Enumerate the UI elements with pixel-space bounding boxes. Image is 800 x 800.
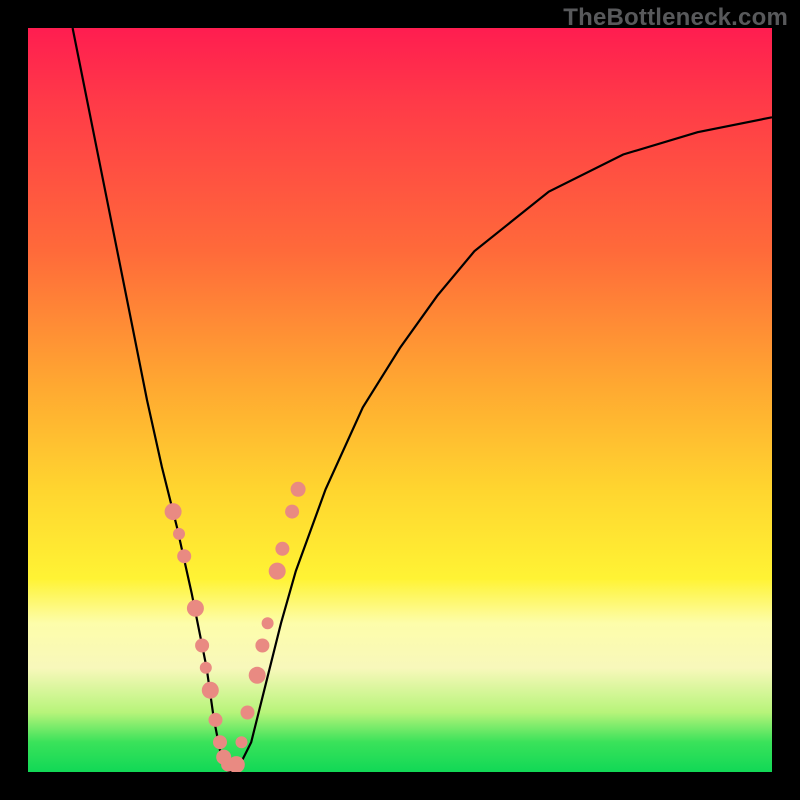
plot-area — [28, 28, 772, 772]
marker-dot — [285, 505, 299, 519]
marker-dot — [165, 503, 182, 520]
marker-dot — [269, 563, 286, 580]
marker-dot — [195, 639, 209, 653]
marker-dot — [200, 662, 212, 674]
marker-dot — [291, 482, 306, 497]
marker-dot — [236, 736, 248, 748]
marker-dot — [213, 735, 227, 749]
right-branch-markers — [228, 482, 306, 772]
marker-dot — [249, 667, 266, 684]
curve-layer — [28, 28, 772, 772]
marker-dot — [187, 600, 204, 617]
marker-dot — [275, 542, 289, 556]
marker-dot — [177, 549, 191, 563]
marker-dot — [173, 528, 185, 540]
marker-dot — [255, 639, 269, 653]
bottleneck-curve — [73, 28, 772, 772]
marker-dot — [262, 617, 274, 629]
marker-dot — [241, 706, 255, 720]
marker-dot — [202, 682, 219, 699]
chart-frame: TheBottleneck.com — [0, 0, 800, 800]
marker-dot — [209, 713, 223, 727]
watermark-text: TheBottleneck.com — [563, 4, 788, 32]
